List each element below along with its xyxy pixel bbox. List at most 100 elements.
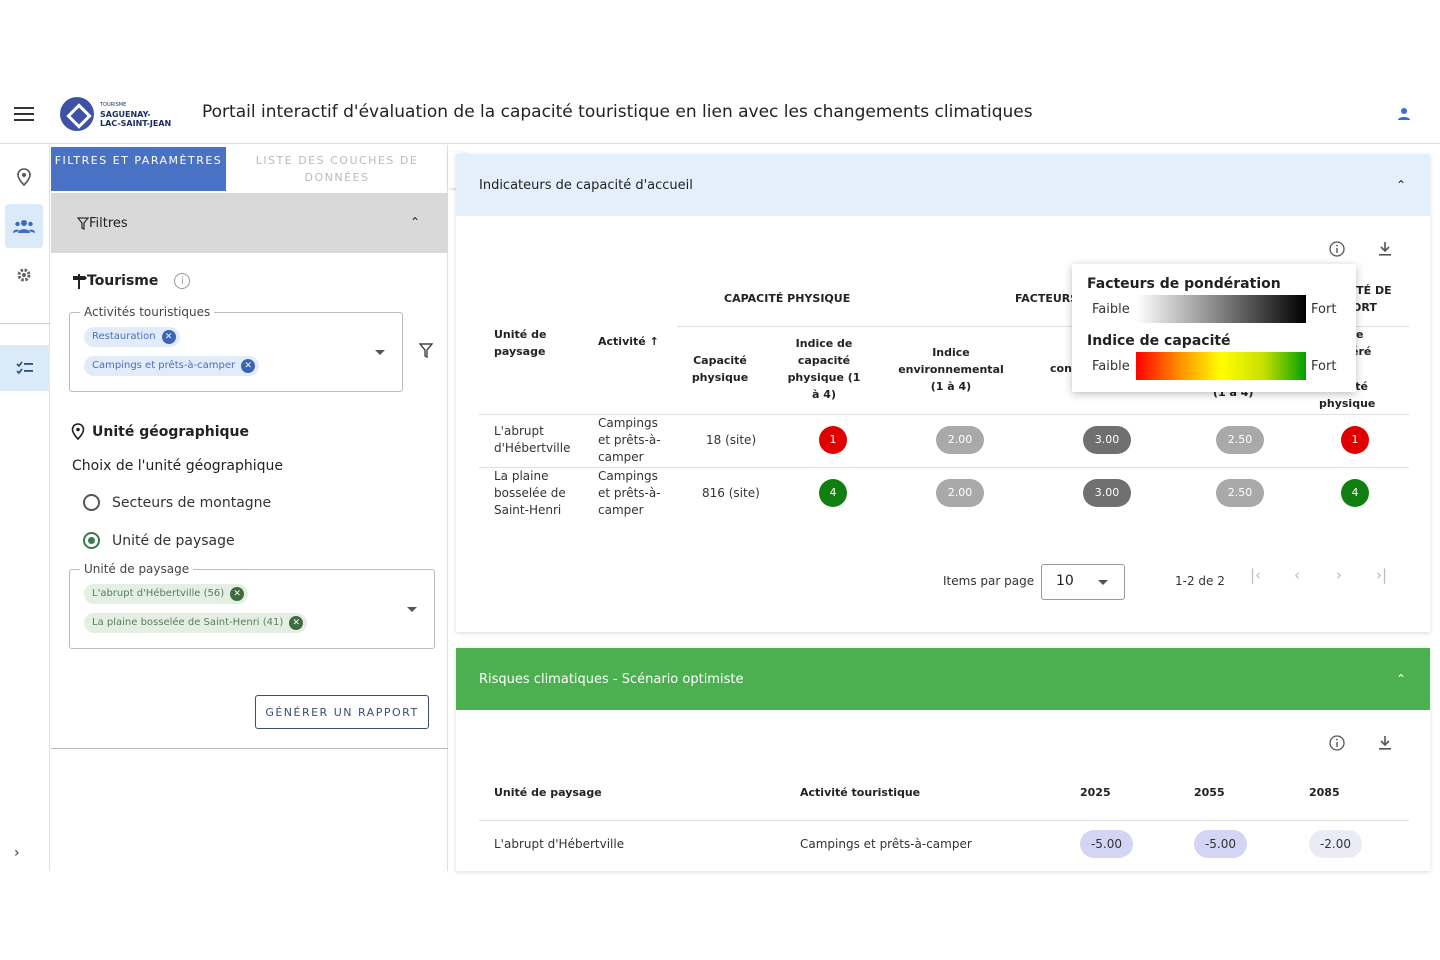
chip-remove-icon[interactable]: ✕ [161,330,176,344]
geo-section-title: Unité géographique [71,423,249,440]
chip-remove-icon[interactable]: ✕ [289,616,304,630]
group-header-facteurs: FACTEURS [1015,292,1079,305]
logo[interactable]: TOURISME SAGUENAY- LAC-SAINT-JEAN [60,96,180,132]
prev-page-icon[interactable]: ‹ [1294,566,1300,584]
indice-badge: 1 [819,426,847,454]
weighting-low: Faible [1092,302,1130,317]
dropdown-caret-icon[interactable] [407,607,417,612]
col-cut-b4: physique [1319,397,1376,410]
capacity-title: Indicateurs de capacité d'accueil [479,177,693,193]
activity-chip: Restauration ✕ [84,327,180,347]
unit-legend: Unité de paysage [80,562,194,576]
funnel-icon[interactable] [419,343,433,358]
col-activite[interactable]: Activité touristique [800,786,920,799]
last-page-icon[interactable]: ›| [1376,566,1387,584]
col-year-2025[interactable]: 2025 [1080,786,1111,799]
final-badge: 1 [1341,426,1369,454]
group-header-physique: CAPACITÉ PHYSIQUE [724,292,851,305]
col-activite[interactable]: Activité ↑ [598,335,659,348]
chip-remove-icon[interactable]: ✕ [241,359,256,373]
col-unite[interactable]: Unité de paysage [494,326,564,360]
risk-value-2085: -2.00 [1309,830,1362,858]
env-badge: 2.00 [936,426,984,454]
funnel-icon [77,216,89,230]
logo-text: TOURISME SAGUENAY- LAC-SAINT-JEAN [100,101,172,128]
chip-remove-icon[interactable]: ✕ [230,587,245,601]
weighting-title: Facteurs de pondération [1087,276,1281,292]
app-header: TOURISME SAGUENAY- LAC-SAINT-JEAN Portai… [0,84,1440,144]
factor-badge: 2.50 [1216,479,1264,507]
env-badge: 2.00 [936,479,984,507]
cell-activite: Campings et prêts-à-camper [598,416,661,464]
factor-badge: 3.00 [1083,426,1131,454]
weighting-high: Fort [1311,302,1337,317]
col-year-2085[interactable]: 2085 [1309,786,1340,799]
gear-icon[interactable] [5,253,43,297]
dropdown-caret-icon [1098,580,1108,585]
factor-badge: 2.50 [1216,426,1264,454]
cell-unite: L'abrupt d'Hébertville [494,837,625,851]
col-indice[interactable]: Indice de capacité physique (1 à 4) [786,335,862,403]
unit-chip: L'abrupt d'Hébertville (56) ✕ [84,584,249,604]
info-icon[interactable]: i [174,273,191,289]
col-capacite[interactable]: Capacité physique [678,352,762,386]
tab-layers[interactable]: LISTE DES COUCHES DE DONNÉES [226,147,448,191]
filter-list-icon[interactable] [0,345,50,391]
unit-chip: La plaine bosselée de Saint-Henri (41) ✕ [84,613,308,633]
risks-title: Risques climatiques - Scénario optimiste [479,671,744,687]
col-env[interactable]: Indice environnemental (1 à 4) [896,344,1006,395]
page-range: 1-2 de 2 [1175,574,1225,588]
panel-tabs: FILTRES ET PARAMÈTRES LISTE DES COUCHES … [51,147,448,193]
first-page-icon[interactable]: |‹ [1250,566,1261,584]
col-unite[interactable]: Unité de paysage [494,786,602,799]
col-con[interactable]: con [1050,362,1072,375]
radio-landscape[interactable]: Unité de paysage [83,532,235,549]
risks-card-header[interactable]: Risques climatiques - Scénario optimiste… [456,648,1430,710]
rail-divider [0,323,50,324]
next-page-icon[interactable]: › [1336,566,1342,584]
capacity-card-header[interactable]: Indicateurs de capacité d'accueil ⌃ [456,154,1430,216]
cell-unite: L'abrupt d'Hébertville [494,424,571,455]
sort-up-icon: ↑ [649,335,659,348]
info-icon[interactable] [1328,240,1346,258]
people-icon[interactable] [5,204,43,248]
expand-chevron-icon[interactable]: › [14,845,20,861]
col-cut-b1: e [1356,328,1364,341]
radio-mountain[interactable]: Secteurs de montagne [83,494,271,511]
tourism-section-title: Tourisme i [71,273,191,289]
risk-value-2025: -5.00 [1080,830,1133,858]
collapse-chevron-icon[interactable]: ⌃ [1396,178,1406,192]
cell-capacite: 18 (site) [706,433,757,447]
download-icon[interactable] [1376,734,1394,752]
radio-button-checked[interactable] [83,532,100,549]
cell-capacite: 816 (site) [702,486,760,500]
user-icon[interactable] [1396,106,1412,122]
filters-expander[interactable]: Filtres ⌃ [51,193,448,253]
radio-button[interactable] [83,494,100,511]
landscape-unit-select[interactable]: Unité de paysage L'abrupt d'Hébertville … [69,562,435,649]
activities-select[interactable]: Activités touristiques Restauration ✕ Cam… [69,305,403,392]
capacity-high: Fort [1311,359,1337,374]
items-per-page-select[interactable]: 10 [1041,564,1125,600]
col-year-2055[interactable]: 2055 [1194,786,1225,799]
dropdown-caret-icon[interactable] [375,350,385,355]
capacity-card: Indicateurs de capacité d'accueil ⌃ CAPA… [456,154,1430,632]
side-panel: FILTRES ET PARAMÈTRES LISTE DES COUCHES … [51,145,448,871]
map-pin-icon[interactable] [5,155,43,199]
info-icon[interactable] [1328,734,1346,752]
cell-activite: Campings et prêts-à-camper [598,469,661,517]
risk-value-2055: -5.00 [1194,830,1247,858]
final-badge: 4 [1341,479,1369,507]
collapse-chevron-icon[interactable]: ⌃ [410,215,420,229]
map-pin-icon [71,423,85,440]
indice-badge: 4 [819,479,847,507]
signpost-icon [73,274,87,289]
page: TOURISME SAGUENAY- LAC-SAINT-JEAN Portai… [0,0,1440,960]
capacity-low: Faible [1092,359,1130,374]
collapse-chevron-icon[interactable]: ⌃ [1396,672,1406,686]
menu-icon[interactable] [14,104,34,124]
download-icon[interactable] [1376,240,1394,258]
tab-filters[interactable]: FILTRES ET PARAMÈTRES [51,147,226,191]
generate-report-button[interactable]: GÉNÉRER UN RAPPORT [255,695,429,729]
cell-unite: La plaine bosselée de Saint-Henri [494,469,566,517]
